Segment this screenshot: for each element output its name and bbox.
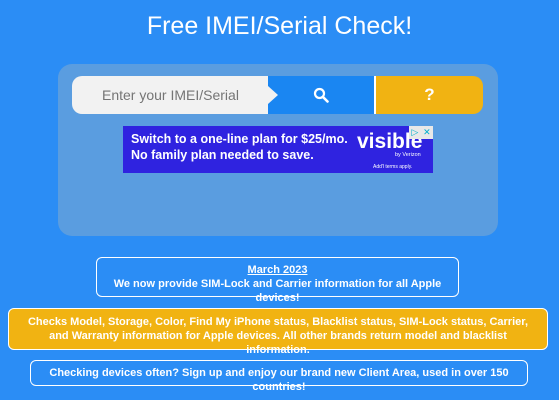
features-notice: Checks Model, Storage, Color, Find My iP… [8,308,548,356]
news-notice: March 2023 We now provide SIM-Lock and C… [96,257,459,304]
ad-terms: Add'l terms apply. [373,164,413,170]
search-input-wrapper [72,76,278,114]
news-text: We now provide SIM-Lock and Carrier info… [113,278,442,304]
signup-text: Checking devices often? Sign up and enjo… [49,367,509,393]
imei-search-input[interactable] [72,76,268,114]
ad-choices[interactable]: ▷ ✕ [409,126,433,139]
search-bar: ? [72,76,483,114]
features-text: Checks Model, Storage, Color, Find My iP… [27,316,528,356]
search-button[interactable] [268,76,374,114]
ad-line-1: Switch to a one-line plan for $25/mo. [131,132,348,146]
ad-line-2: No family plan needed to save. [131,148,314,162]
help-button[interactable]: ? [374,76,483,114]
signup-notice[interactable]: Checking devices often? Sign up and enjo… [30,360,528,393]
ad-choices-icon[interactable]: ▷ [411,127,418,138]
ad-message: Switch to a one-line plan for $25/mo. No… [131,131,348,163]
page-title: Free IMEI/Serial Check! [146,12,413,40]
search-icon [313,87,329,103]
news-date: March 2023 [247,264,308,276]
ad-brand-sub: by Verizon [395,152,421,158]
advertisement-banner[interactable]: Switch to a one-line plan for $25/mo. No… [123,126,433,173]
ad-close-icon[interactable]: ✕ [423,127,431,138]
